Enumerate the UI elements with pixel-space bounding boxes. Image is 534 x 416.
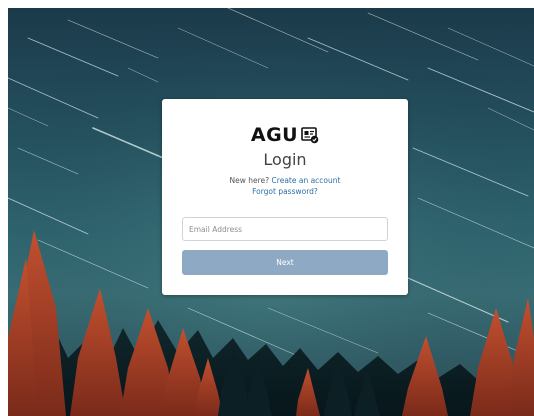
id-card-check-icon (301, 127, 319, 144)
agu-logo: AGU (162, 124, 408, 146)
next-button[interactable]: Next (182, 250, 388, 275)
login-card: AGU Login New here? Create an account Fo… (162, 99, 408, 295)
email-field[interactable] (182, 217, 388, 241)
forgot-password-link[interactable]: Forgot password? (252, 187, 318, 196)
forgot-password-row: Forgot password? (162, 187, 408, 197)
agu-logo-text: AGU (250, 124, 299, 146)
new-here-text: New here? Create an account (162, 176, 408, 186)
create-account-link[interactable]: Create an account (272, 176, 341, 185)
login-title: Login (263, 150, 307, 169)
login-page-background: AGU Login New here? Create an account Fo… (8, 8, 534, 416)
new-here-prefix: New here? (229, 176, 270, 185)
